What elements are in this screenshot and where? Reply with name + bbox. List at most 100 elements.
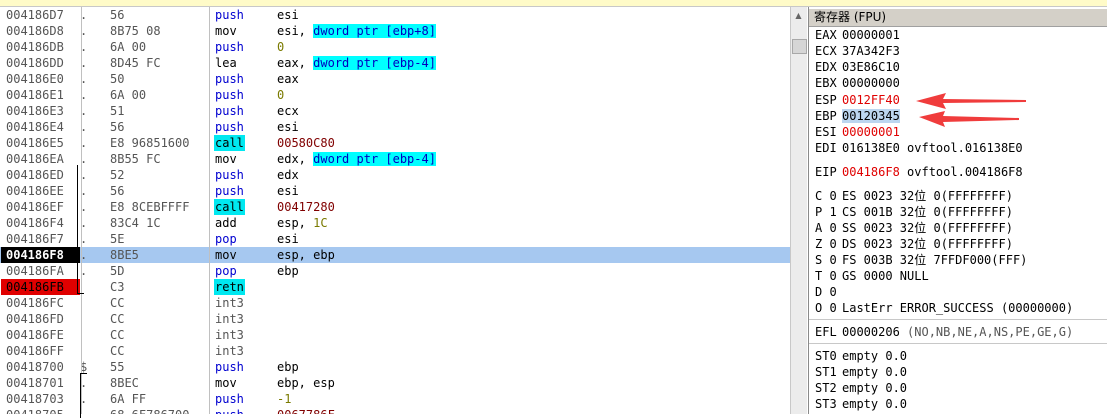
instruction-operand[interactable]: ecx (277, 103, 299, 119)
instruction-address[interactable]: 00418703 (1, 391, 80, 407)
instruction-mnemonic[interactable]: mov (214, 23, 238, 39)
instruction-address[interactable]: 004186FB (1, 279, 80, 295)
instruction-address[interactable]: 004186E4 (1, 119, 80, 135)
instruction-address[interactable]: 004186DB (1, 39, 80, 55)
instruction-operand[interactable]: 0 (277, 39, 284, 55)
instruction-operand[interactable]: 0 (277, 87, 284, 103)
disasm-row[interactable]: 004186FB C3 retn (0, 279, 795, 295)
instruction-mnemonic[interactable]: call (214, 199, 245, 215)
instruction-operand[interactable]: esp, ebp (277, 247, 335, 263)
instruction-mnemonic[interactable]: push (214, 7, 245, 23)
instruction-mnemonic[interactable]: pop (214, 231, 238, 247)
flag-value[interactable]: S 0 (815, 252, 842, 268)
disasm-row[interactable]: 004186E5. E8 96851600 call 00580C80 (0, 135, 795, 151)
instruction-address[interactable]: 004186FD (1, 311, 80, 327)
register-value[interactable]: 00000001 (842, 125, 900, 139)
instruction-operand[interactable]: esi, dword ptr [ebp+8] (277, 23, 436, 39)
register-value[interactable]: 00000206 (842, 325, 900, 339)
register-esp[interactable]: ESP 0012FF40 (815, 92, 900, 108)
instruction-operand[interactable]: eax (277, 71, 299, 87)
flag-value[interactable]: A 0 (815, 220, 842, 236)
instruction-address[interactable]: 00418701 (1, 375, 80, 391)
instruction-mnemonic[interactable]: retn (214, 279, 245, 295)
instruction-operand[interactable]: edx (277, 167, 299, 183)
instruction-operand[interactable]: esi (277, 183, 299, 199)
instruction-bytes[interactable]: C3 (110, 279, 124, 295)
instruction-operand[interactable]: 00417280 (277, 199, 335, 215)
instruction-bytes[interactable]: CC (110, 295, 124, 311)
instruction-address[interactable]: 004186FE (1, 327, 80, 343)
flag-value[interactable]: Z 0 (815, 236, 842, 252)
disasm-row[interactable]: 004186FD CC int3 (0, 311, 795, 327)
instruction-bytes[interactable]: E8 96851600 (110, 135, 189, 151)
instruction-bytes[interactable]: 5E (110, 231, 124, 247)
register-edx[interactable]: EDX 03E86C10 (815, 59, 900, 75)
disasm-row[interactable]: 004186EE. 56 push esi (0, 183, 795, 199)
flag-row[interactable]: D 0 (815, 284, 842, 300)
instruction-mnemonic[interactable]: push (214, 359, 245, 375)
instruction-mnemonic[interactable]: push (214, 103, 245, 119)
register-ebx[interactable]: EBX 00000000 (815, 75, 900, 91)
instruction-address[interactable]: 004186D7 (1, 7, 80, 23)
fpu-st2[interactable]: ST2 empty 0.0 (815, 380, 907, 396)
instruction-mnemonic[interactable]: int3 (214, 327, 245, 343)
instruction-mnemonic[interactable]: push (214, 167, 245, 183)
disasm-row[interactable]: 004186D7. 56 push esi (0, 7, 795, 23)
instruction-mnemonic[interactable]: mov (214, 151, 238, 167)
instruction-address[interactable]: 004186D8 (1, 23, 80, 39)
instruction-address[interactable]: 004186E5 (1, 135, 80, 151)
register-value[interactable]: 004186F8 (842, 165, 900, 179)
register-value[interactable]: 016138E0 (842, 141, 900, 155)
instruction-mnemonic[interactable]: push (214, 39, 245, 55)
disasm-row[interactable]: 004186E0. 50 push eax (0, 71, 795, 87)
instruction-address[interactable]: 004186FA (1, 263, 80, 279)
instruction-operand[interactable]: esi (277, 119, 299, 135)
instruction-address[interactable]: 00418700 (1, 359, 80, 375)
scroll-thumb[interactable] (792, 39, 807, 54)
instruction-bytes[interactable]: 50 (110, 71, 124, 87)
instruction-bytes[interactable]: 6A FF (110, 391, 146, 407)
instruction-operand[interactable]: esi (277, 7, 299, 23)
register-eip[interactable]: EIP 004186F8 ovftool.004186F8 (815, 164, 1023, 180)
disasm-row[interactable]: 004186FA. 5D pop ebp (0, 263, 795, 279)
register-efl[interactable]: EFL 00000206 (NO,NB,NE,A,NS,PE,GE,G) (815, 324, 1073, 340)
disasm-row[interactable]: 004186DB. 6A 00 push 0 (0, 39, 795, 55)
instruction-mnemonic[interactable]: push (214, 71, 245, 87)
register-value[interactable]: 0012FF40 (842, 93, 900, 107)
instruction-mnemonic[interactable]: int3 (214, 295, 245, 311)
instruction-operand[interactable]: ebp (277, 359, 299, 375)
instruction-operand[interactable]: edx, dword ptr [ebp-4] (277, 151, 436, 167)
instruction-mnemonic[interactable]: push (214, 119, 245, 135)
disasm-row[interactable]: 00418701. 8BEC mov ebp, esp (0, 375, 795, 391)
instruction-address[interactable]: 004186EE (1, 183, 80, 199)
register-value[interactable]: empty 0.0 (842, 365, 907, 379)
disasm-row[interactable]: 00418703. 6A FF push -1 (0, 391, 795, 407)
instruction-address[interactable]: 004186E1 (1, 87, 80, 103)
instruction-mnemonic[interactable]: mov (214, 247, 238, 263)
register-value[interactable]: empty 0.0 (842, 397, 907, 411)
operand-address[interactable]: 00580C80 (277, 136, 335, 150)
flag-value[interactable]: D 0 (815, 284, 842, 300)
disasm-row[interactable]: 004186F4. 83C4 1C add esp, 1C (0, 215, 795, 231)
instruction-bytes[interactable]: 5D (110, 263, 124, 279)
disasm-row[interactable]: 004186EA. 8B55 FC mov edx, dword ptr [ebp-4… (0, 151, 795, 167)
disasm-row[interactable]: 00418700 $55 push ebp (0, 359, 795, 375)
instruction-bytes[interactable]: CC (110, 311, 124, 327)
instruction-operand[interactable]: 00580C80 (277, 135, 335, 151)
instruction-address[interactable]: 004186E3 (1, 103, 80, 119)
instruction-mnemonic[interactable]: push (214, 183, 245, 199)
disassembly-pane[interactable]: 004186D7. 56 push esi 004186D8. 8B75 08 mov esi… (0, 7, 795, 414)
flag-value[interactable]: P 1 (815, 204, 842, 220)
instruction-bytes[interactable]: 8B75 08 (110, 23, 161, 39)
instruction-address[interactable]: 004186FC (1, 295, 80, 311)
disasm-row[interactable]: 00418705.68 6F786700push0067786F (0, 407, 795, 414)
fpu-st0[interactable]: ST0 empty 0.0 (815, 348, 907, 364)
disasm-row[interactable]: 004186DD. 8D45 FC lea eax, dword ptr [ebp-4… (0, 55, 795, 71)
disasm-row[interactable]: 004186FC CC int3 (0, 295, 795, 311)
instruction-operand[interactable]: ebp, esp (277, 375, 335, 391)
instruction-mnemonic[interactable]: pop (214, 263, 238, 279)
instruction-bytes[interactable]: 83C4 1C (110, 215, 161, 231)
instruction-address[interactable]: 004186FF (1, 343, 80, 359)
operand-address[interactable]: 00417280 (277, 200, 335, 214)
flag-row[interactable]: Z 0 DS 0023 32位 0(FFFFFFFF) (815, 236, 1013, 252)
